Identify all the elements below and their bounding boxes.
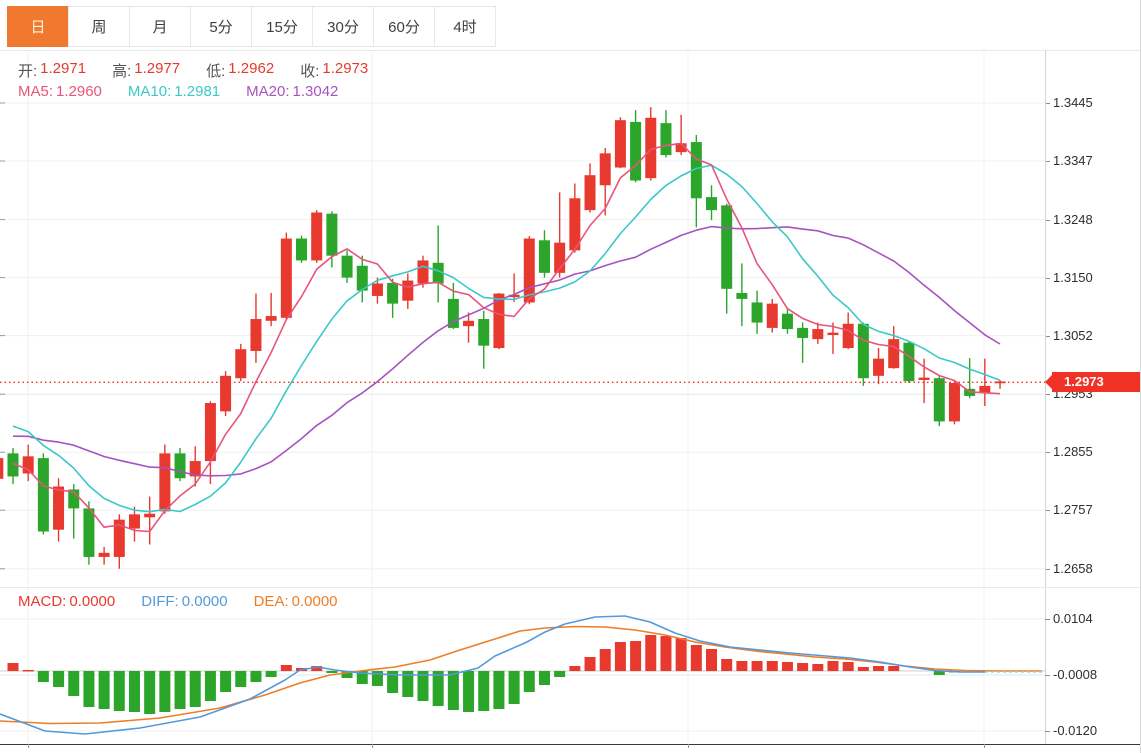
axis-tick (1045, 675, 1050, 676)
macd-axis-label: -0.0008 (1053, 668, 1097, 682)
time-tick (372, 744, 373, 748)
timeframe-tab[interactable]: 4时 (434, 6, 496, 47)
ma-legend: MA5:1.2960 MA10:1.2981 MA20:1.3042 (18, 83, 338, 100)
axis-tick (1045, 731, 1050, 732)
axis-border (1045, 50, 1046, 744)
timeframe-tab[interactable]: 60分 (373, 6, 435, 47)
macd-legend: MACD:0.0000 DIFF:0.0000 DEA:0.0000 (18, 593, 338, 610)
time-tick (984, 744, 985, 748)
price-axis-label: 1.3347 (1053, 154, 1093, 168)
ohlc-open: 开:1.2971 (18, 60, 86, 81)
trading-chart-app: 日周月5分15分30分60分4时 开:1.2971 高:1.2977 低:1.2… (0, 0, 1141, 753)
macd-value: MACD:0.0000 (18, 593, 115, 610)
macd-axis-label: -0.0120 (1053, 724, 1097, 738)
time-tick (688, 744, 689, 748)
ma5-legend: MA5:1.2960 (18, 83, 102, 100)
time-axis-line (0, 744, 1141, 745)
price-axis-label: 1.3445 (1053, 96, 1093, 110)
price-axis-label: 1.2658 (1053, 562, 1093, 576)
current-price-tag: 1.2973 (1052, 372, 1141, 392)
timeframe-tab[interactable]: 周 (68, 6, 130, 47)
ma20-legend: MA20:1.3042 (246, 83, 338, 100)
timeframe-tab[interactable]: 日 (7, 6, 69, 47)
timeframe-tabbar: 日周月5分15分30分60分4时 (7, 6, 496, 47)
ohlc-legend: 开:1.2971 高:1.2977 低:1.2962 收:1.2973 (18, 60, 368, 81)
ohlc-low: 低:1.2962 (206, 60, 274, 81)
price-axis-label: 1.3248 (1053, 213, 1093, 227)
ohlc-high: 高:1.2977 (112, 60, 180, 81)
price-axis-label: 1.3052 (1053, 329, 1093, 343)
timeframe-tab[interactable]: 30分 (312, 6, 374, 47)
timeframe-tab[interactable]: 5分 (190, 6, 252, 47)
timeframe-tab[interactable]: 15分 (251, 6, 313, 47)
ohlc-close: 收:1.2973 (300, 60, 368, 81)
price-axis-label: 1.3150 (1053, 271, 1093, 285)
timeframe-tab[interactable]: 月 (129, 6, 191, 47)
time-tick (28, 744, 29, 748)
macd-chart-canvas[interactable] (0, 588, 1045, 744)
price-tag-arrow-icon (1045, 375, 1052, 389)
axis-tick (1045, 619, 1050, 620)
candlestick-chart-canvas[interactable] (0, 50, 1045, 587)
price-axis-label: 1.2757 (1053, 503, 1093, 517)
price-axis-label: 1.2855 (1053, 445, 1093, 459)
ma10-legend: MA10:1.2981 (128, 83, 220, 100)
diff-value: DIFF:0.0000 (141, 593, 227, 610)
dea-value: DEA:0.0000 (254, 593, 338, 610)
macd-axis-label: 0.0104 (1053, 612, 1093, 626)
